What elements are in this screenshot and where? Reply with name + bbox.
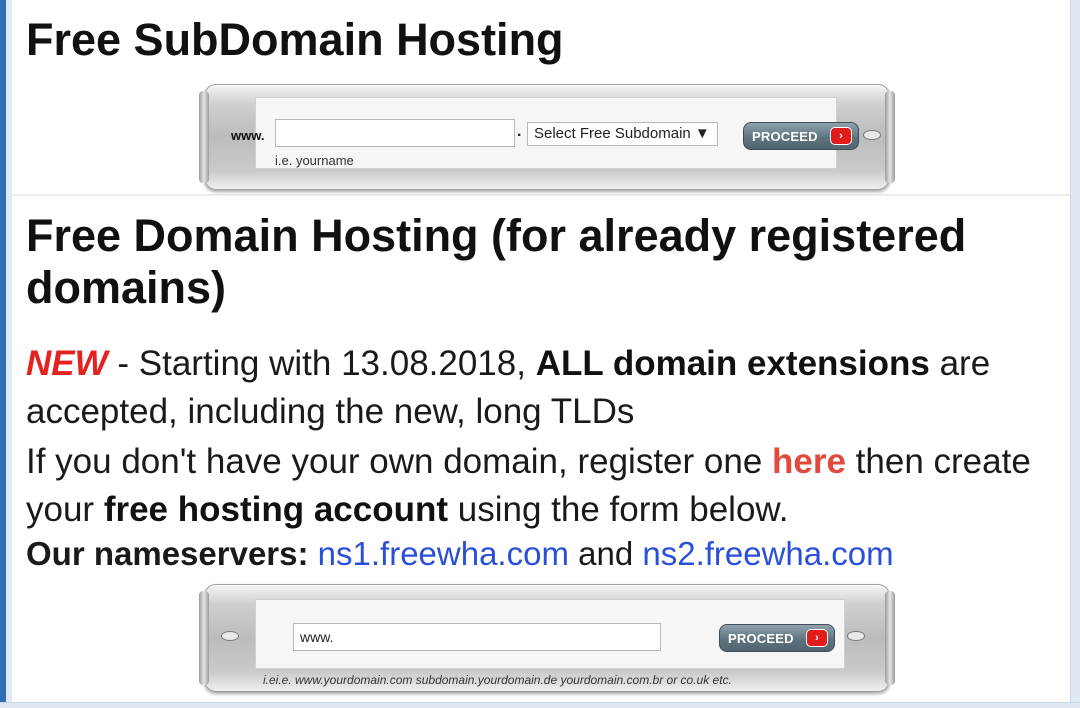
subdomain-form-bar: www. . Select Free Subdomain ▼ i.e. your… — [199, 84, 895, 190]
register-paragraph: If you don't have your own domain, regis… — [26, 438, 1056, 534]
subdomain-proceed-button[interactable]: PROCEED › — [743, 122, 859, 150]
subdomain-section: Free SubDomain Hosting www. . Select Fre… — [12, 0, 1070, 196]
subdomain-name-input[interactable] — [275, 119, 515, 147]
nameservers-and: and — [568, 535, 643, 572]
domain-input[interactable] — [293, 623, 661, 651]
ns2-link[interactable]: ns2.freewha.com — [642, 535, 893, 572]
register-text-1: If you don't have your own domain, regis… — [26, 442, 773, 481]
domain-hint: i.ei.e. www.yourdomain.com subdomain.you… — [263, 673, 732, 687]
register-here-link[interactable]: here — [772, 442, 846, 481]
subdomain-title: Free SubDomain Hosting — [26, 14, 564, 65]
domain-title: Free Domain Hosting (for already registe… — [26, 210, 967, 313]
subdomain-select[interactable]: Select Free Subdomain ▼ — [527, 122, 718, 146]
proceed-label: PROCEED — [752, 128, 818, 144]
window-frame-bottom — [0, 702, 1080, 708]
subdomain-hint: i.e. yourname — [275, 153, 354, 168]
notice-bold: ALL domain extensions — [535, 344, 930, 383]
window-frame-right — [1070, 0, 1080, 708]
new-notice: NEW - Starting with 13.08.2018, ALL doma… — [26, 340, 1056, 436]
proceed-label: PROCEED — [728, 630, 794, 646]
notice-text-1: - Starting with 13.08.2018, — [107, 344, 536, 383]
bar-handle-right-icon — [847, 631, 865, 641]
www-label: www. — [231, 128, 265, 143]
register-bold: free hosting account — [103, 490, 449, 529]
page-content: Free SubDomain Hosting www. . Select Fre… — [12, 0, 1070, 702]
register-text-3: using the form below. — [448, 490, 789, 529]
nameservers-line: Our nameservers: ns1.freewha.com and ns2… — [26, 534, 1056, 574]
new-tag: NEW — [26, 344, 108, 383]
domain-form-bar: PROCEED › i.ei.e. www.yourdomain.com sub… — [199, 584, 895, 692]
dot-separator: . — [517, 123, 522, 140]
arrow-right-icon: › — [806, 629, 828, 647]
subdomain-select-label: Select Free Subdomain ▼ — [534, 125, 710, 142]
ns1-link[interactable]: ns1.freewha.com — [318, 535, 569, 572]
bar-handle-left-icon — [221, 631, 239, 641]
arrow-right-icon: › — [830, 127, 852, 145]
bar-handle-icon — [863, 130, 881, 140]
domain-proceed-button[interactable]: PROCEED › — [719, 624, 835, 652]
nameservers-label: Our nameservers: — [26, 535, 318, 572]
